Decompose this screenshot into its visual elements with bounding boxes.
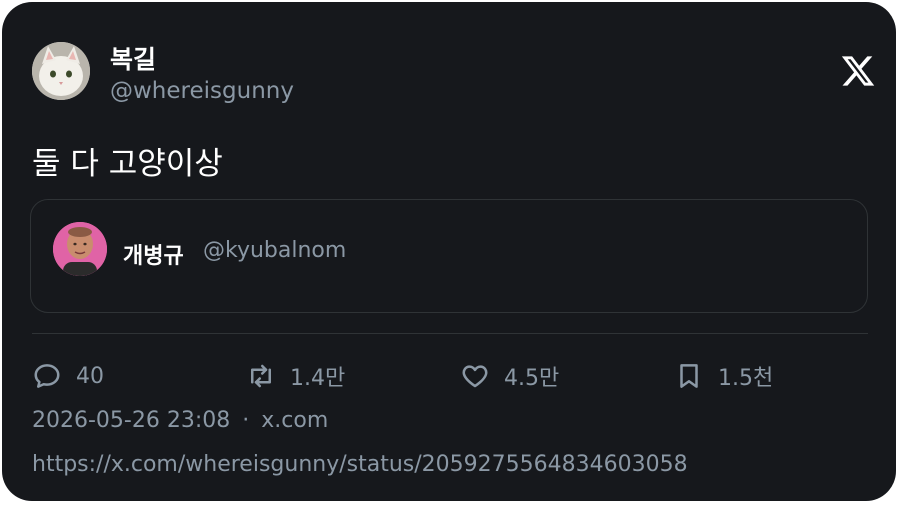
divider	[32, 333, 868, 334]
like-count: 4.5만	[504, 366, 560, 391]
tweet-card[interactable]: 복길 @whereisgunny 둘 다 고양이상 개병규 @kyubalnom	[2, 2, 896, 501]
repost-button[interactable]: 1.4만	[246, 358, 345, 394]
quoted-tweet[interactable]: 개병규 @kyubalnom	[30, 199, 868, 313]
author-handle[interactable]: @whereisgunny	[110, 78, 294, 104]
like-button[interactable]: 4.5만	[460, 358, 559, 394]
x-logo-icon[interactable]	[840, 53, 876, 89]
heart-icon	[462, 365, 488, 388]
reply-count: 40	[76, 363, 104, 389]
bookmark-icon	[680, 364, 698, 388]
tweet-url[interactable]: https://x.com/whereisgunny/status/205927…	[32, 452, 688, 477]
timestamp[interactable]: 2026-05-26 23:08	[32, 408, 230, 433]
tweet-meta: 2026-05-26 23:08 · x.com	[32, 408, 328, 433]
quoted-author-display-name[interactable]: 개병규	[123, 238, 184, 270]
repost-count: 1.4만	[290, 366, 346, 391]
repost-icon	[251, 364, 271, 388]
reply-button[interactable]: 40	[32, 358, 104, 394]
bookmark-button[interactable]: 1.5천	[674, 358, 773, 394]
source-label: x.com	[261, 408, 329, 433]
bookmark-count: 1.5천	[718, 366, 774, 391]
quoted-author-handle[interactable]: @kyubalnom	[203, 238, 346, 263]
quoted-author-avatar[interactable]	[53, 222, 107, 276]
reply-icon	[34, 364, 60, 388]
author-display-name[interactable]: 복길	[110, 40, 156, 76]
author-avatar[interactable]	[32, 42, 90, 100]
tweet-text: 둘 다 고양이상	[32, 146, 223, 182]
meta-separator: ·	[242, 408, 250, 433]
